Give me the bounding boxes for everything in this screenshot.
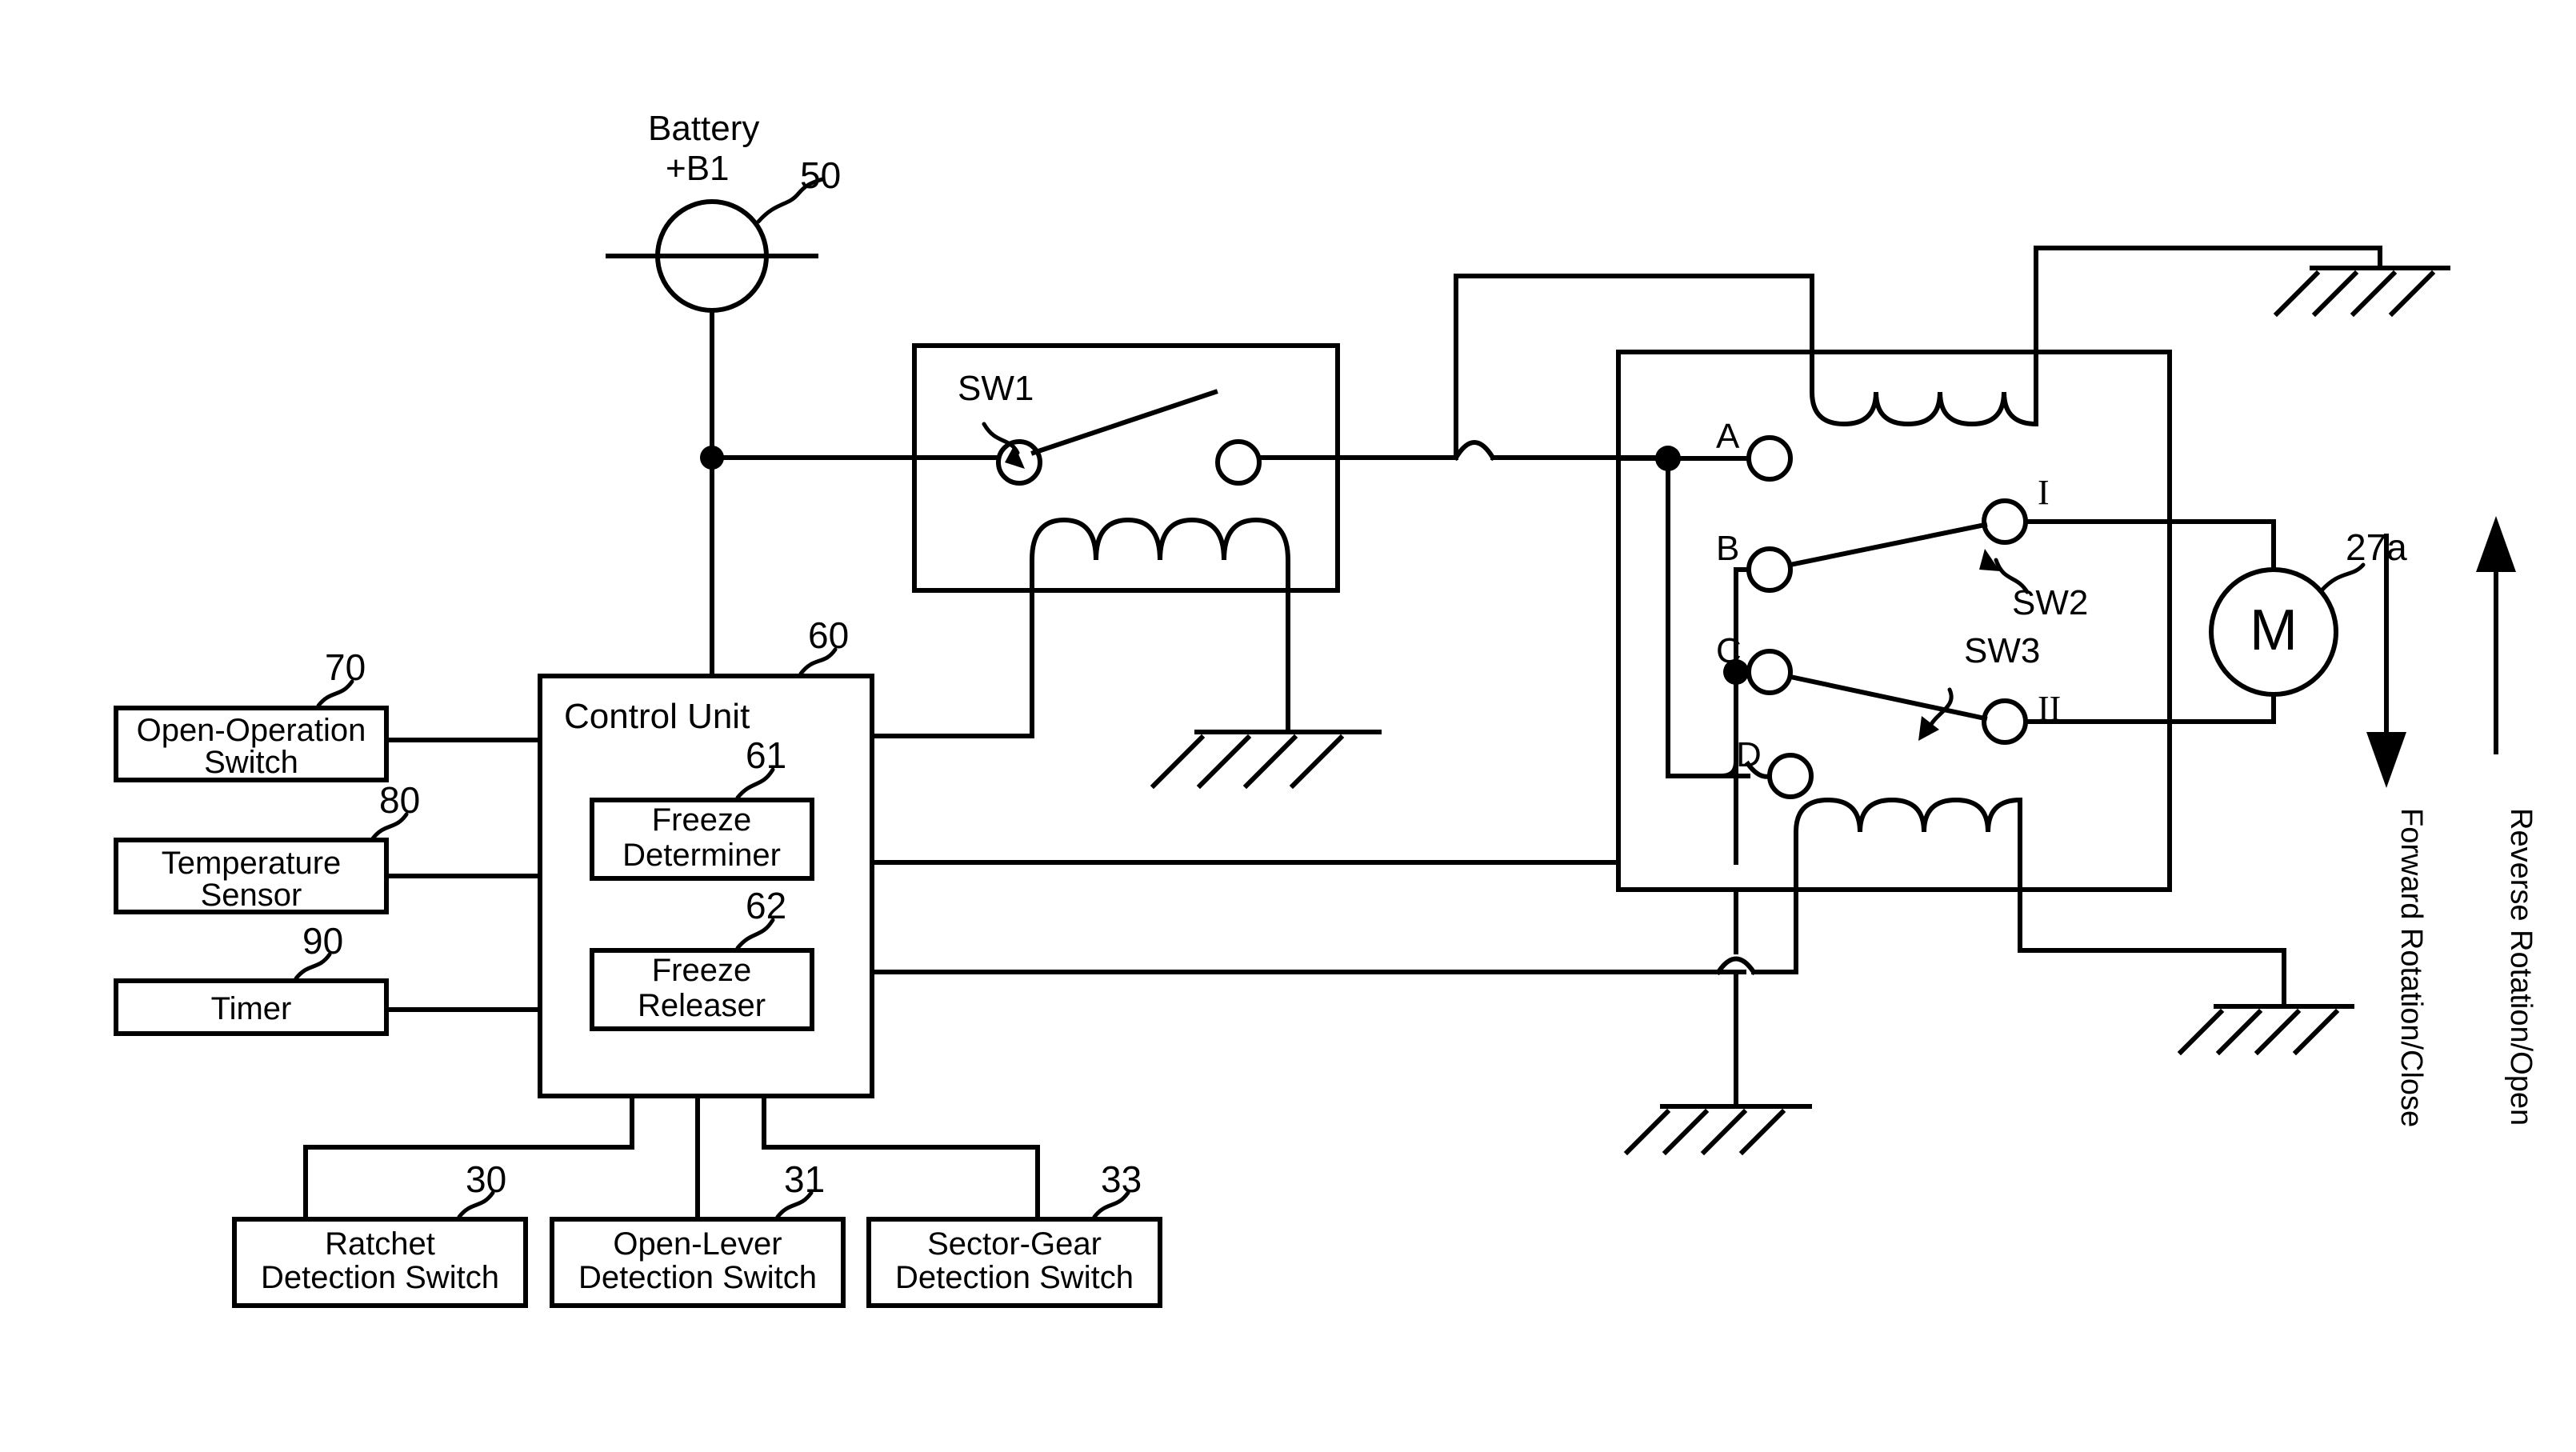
upper-coil	[1810, 350, 2038, 427]
ref-70: 70	[325, 646, 366, 688]
ref-27a: 27a	[2346, 526, 2407, 568]
contact-ii-label: II	[2038, 689, 2061, 728]
open-operation-switch-line2: Switch	[204, 745, 298, 780]
ref-62: 62	[746, 885, 786, 926]
sw1-contact-right	[1215, 439, 1262, 486]
sw1-ground	[1150, 718, 1382, 790]
ratchet-detection-line2: Detection Switch	[261, 1260, 499, 1295]
ref-80: 80	[379, 779, 420, 821]
sector-gear-detection-line2: Detection Switch	[895, 1260, 1134, 1295]
sw2-blade	[1787, 522, 1988, 568]
terminal-a	[1746, 435, 1793, 482]
terminal-a-label: A	[1716, 417, 1740, 456]
reverse-rotation-arrow	[2476, 516, 2516, 754]
terminal-c	[1746, 649, 1793, 695]
freeze-releaser-line2: Releaser	[638, 988, 766, 1023]
forward-rotation-arrow	[2366, 534, 2406, 788]
motor-glyph: M	[2250, 598, 2298, 662]
diagram-canvas: Battery +B1 50 SW1 Control Unit 60 Freez…	[0, 0, 2576, 1452]
terminal-c-label: C	[1716, 631, 1742, 670]
sw3-label: SW3	[1964, 631, 2040, 670]
bottom-wiring	[1623, 887, 2354, 1156]
ref-30: 30	[466, 1158, 506, 1200]
terminal-d-label: D	[1736, 735, 1762, 774]
ref-33: 33	[1101, 1158, 1142, 1200]
battery-label-line2: +B1	[666, 149, 730, 188]
freeze-releaser-line1: Freeze	[652, 953, 752, 988]
reverse-rotation-label: Reverse Rotation/Open	[2504, 808, 2538, 1126]
sw1-label: SW1	[958, 369, 1034, 408]
sector-gear-detection-line1: Sector-Gear	[927, 1226, 1102, 1262]
freeze-determiner-line1: Freeze	[652, 802, 752, 838]
temperature-sensor-line2: Sensor	[201, 878, 302, 913]
ratchet-detection-line1: Ratchet	[325, 1226, 435, 1262]
sw2-label: SW2	[2012, 583, 2088, 622]
open-operation-switch-line1: Open-Operation	[137, 713, 366, 748]
forward-rotation-label: Forward Rotation/Close	[2394, 808, 2428, 1127]
terminal-b-label: B	[1716, 529, 1739, 568]
terminal-b	[1746, 546, 1793, 593]
sw3-blade	[1787, 674, 1988, 722]
timer-box	[114, 952, 542, 1036]
contact-i	[1982, 498, 2028, 545]
contact-ii	[1982, 698, 2028, 745]
battery-main-bus	[700, 446, 917, 470]
junction-dot-battery	[700, 446, 724, 470]
ref-61: 61	[746, 734, 786, 776]
freeze-determiner-line2: Determiner	[622, 838, 781, 873]
contact-i-label: I	[2038, 473, 2050, 512]
open-lever-detection-line1: Open-Lever	[613, 1226, 782, 1262]
timer-label: Timer	[211, 991, 292, 1026]
ref-90: 90	[302, 920, 343, 962]
temperature-sensor-line1: Temperature	[162, 846, 342, 881]
ref-50: 50	[800, 154, 841, 196]
terminal-d	[1767, 753, 1814, 799]
ref-60: 60	[808, 614, 849, 656]
sw1-coil	[1030, 517, 1290, 722]
ref-31: 31	[784, 1158, 825, 1200]
open-lever-detection-line2: Detection Switch	[578, 1260, 817, 1295]
lower-coil	[1794, 797, 2022, 892]
battery-symbol	[606, 177, 825, 678]
control-unit-output-wires	[870, 860, 1746, 974]
control-unit-title: Control Unit	[564, 697, 750, 736]
battery-label-line1: Battery	[648, 109, 759, 148]
wire-hop-1	[1452, 440, 1497, 462]
sw1-coil-left-lead	[870, 718, 1034, 738]
